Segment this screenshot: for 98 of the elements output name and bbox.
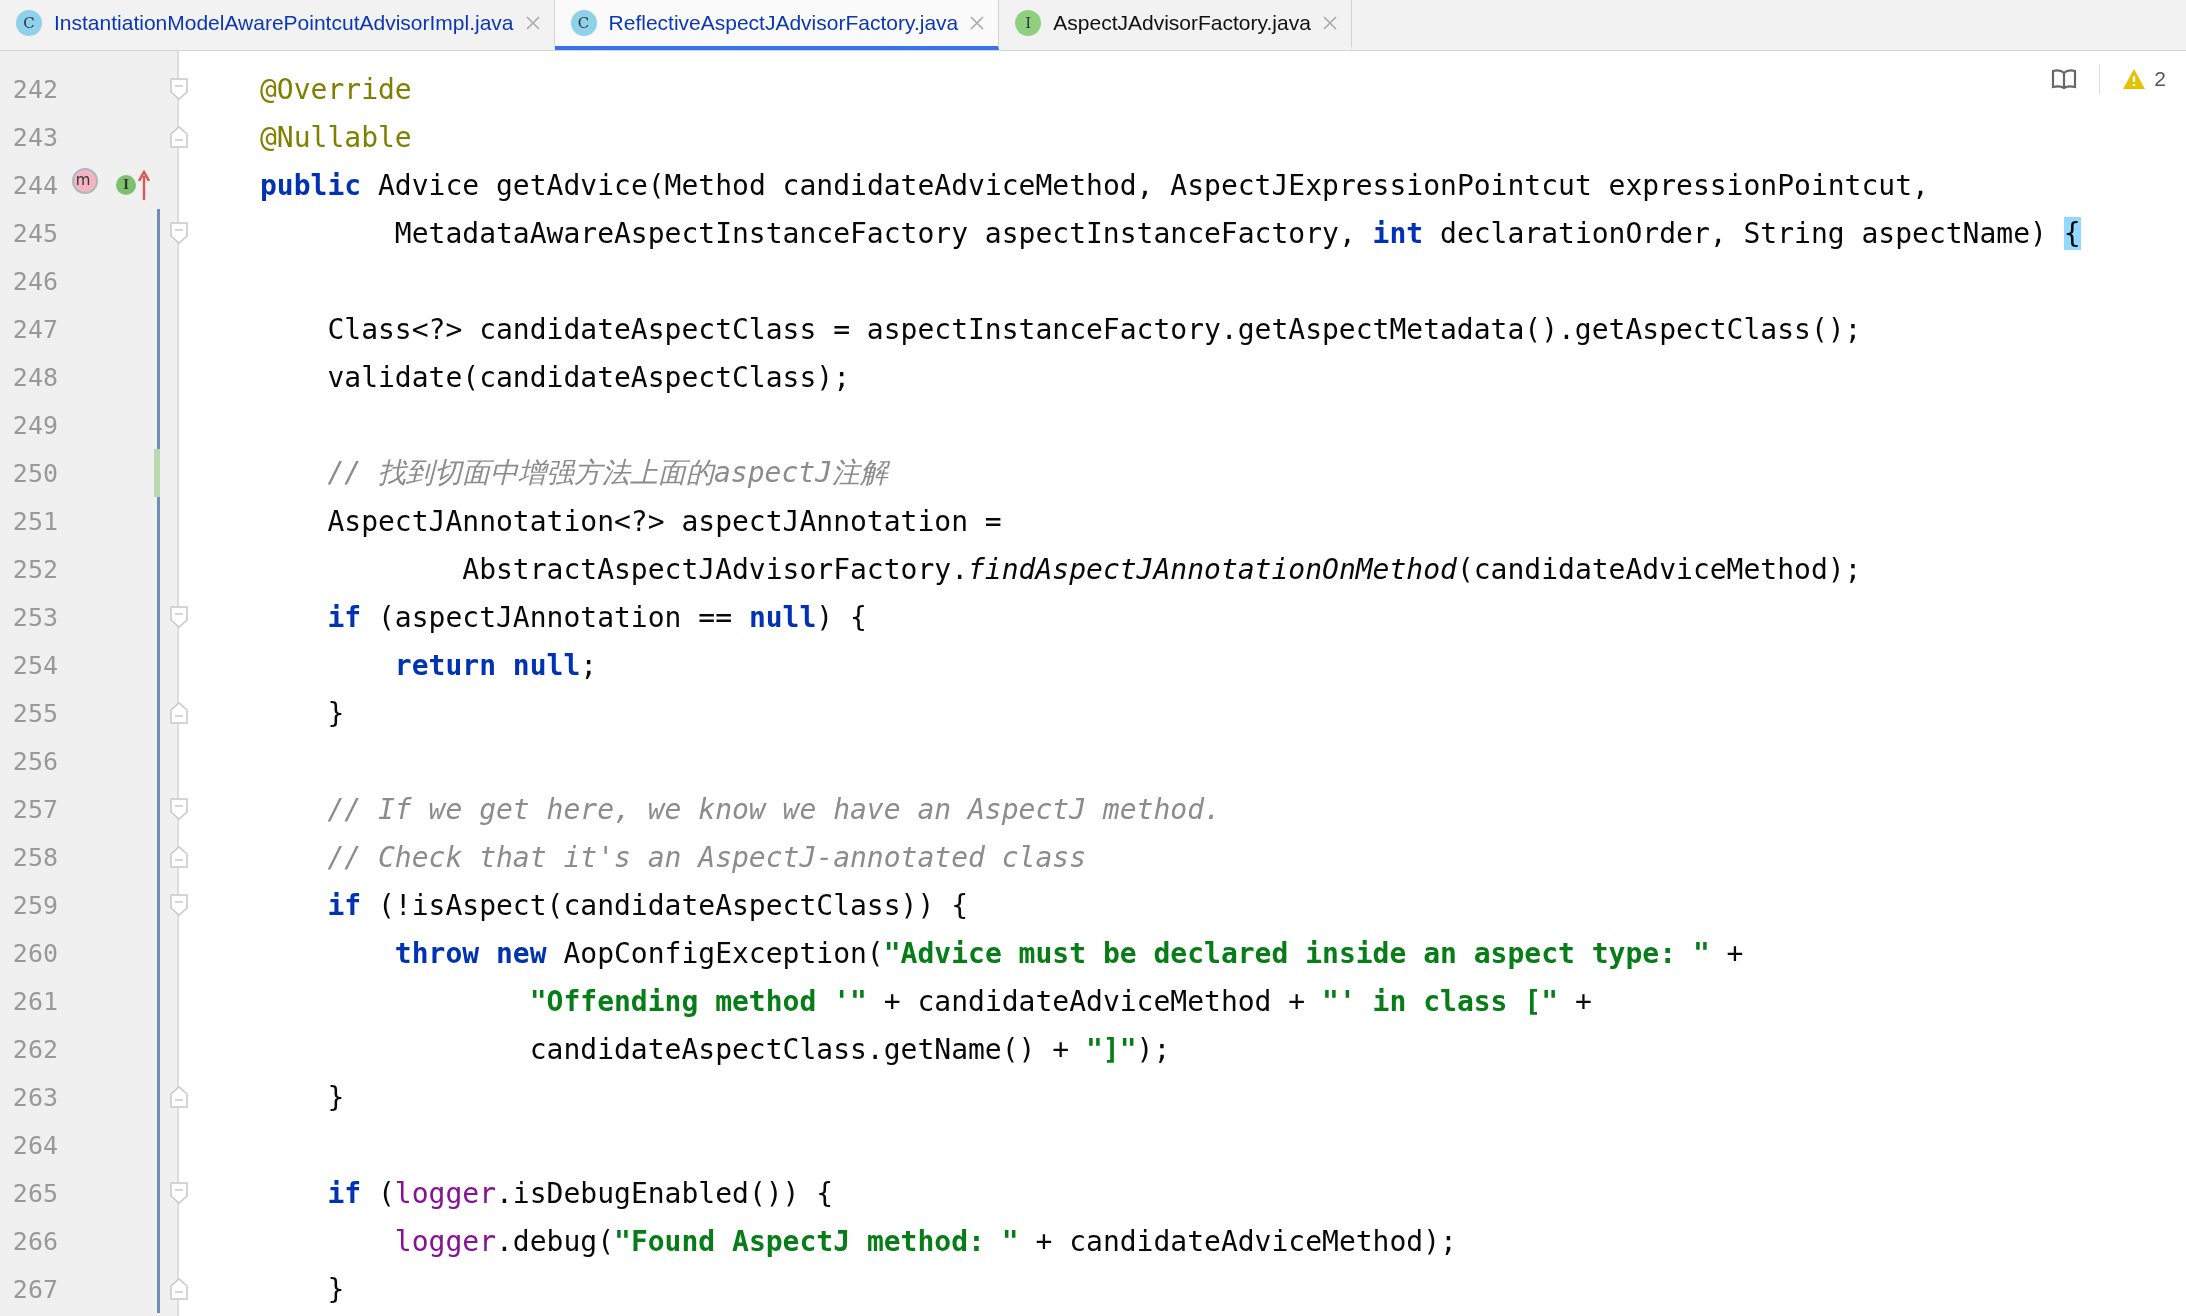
code-line: return null;	[394, 648, 598, 682]
fold-marker-icon[interactable]	[170, 606, 188, 628]
line-number: 263	[11, 1082, 58, 1112]
line-number: 242	[11, 74, 58, 104]
change-marker[interactable]	[157, 1121, 160, 1169]
code-line: if (logger.isDebugEnabled()) {	[327, 1176, 834, 1210]
change-marker[interactable]	[157, 593, 160, 641]
fold-marker-icon[interactable]	[170, 894, 188, 916]
code-line: if (!isAspect(candidateAspectClass)) {	[327, 888, 968, 922]
tab-label: ReflectiveAspectJAdvisorFactory.java	[608, 11, 959, 35]
editor-tab[interactable]: C InstantiationModelAwarePointcutAdvisorImpl.java	[0, 0, 555, 50]
change-marker[interactable]	[157, 305, 160, 353]
code-line: @Override	[260, 72, 412, 106]
change-marker[interactable]	[157, 401, 160, 449]
fold-marker-icon[interactable]	[170, 1182, 188, 1204]
change-marker[interactable]	[157, 785, 160, 833]
line-number: 252	[11, 554, 58, 584]
change-marker[interactable]	[157, 1169, 160, 1217]
fold-marker-icon[interactable]	[170, 222, 188, 244]
change-marker[interactable]	[157, 1025, 160, 1073]
tab-label: AspectJAdvisorFactory.java	[1053, 11, 1311, 35]
code-line: if (aspectJAnnotation == null) {	[327, 600, 867, 634]
change-marker[interactable]	[157, 977, 160, 1025]
close-icon[interactable]	[525, 16, 540, 30]
code-line: "Offending method '" + candidateAdviceMethod + "' in class [" +	[529, 984, 1592, 1018]
change-marker[interactable]	[157, 1265, 160, 1313]
line-number: 265	[11, 1178, 58, 1208]
warning-count: 2	[2154, 67, 2166, 91]
line-number: 248	[11, 362, 58, 392]
code-line: }	[327, 1080, 345, 1114]
fold-end-marker-icon[interactable]	[170, 702, 188, 724]
change-marker[interactable]	[157, 545, 160, 593]
line-number: 243	[11, 122, 58, 152]
line-number: 246	[11, 266, 58, 296]
change-marker[interactable]	[157, 689, 160, 737]
code-line: MetadataAwareAspectInstanceFactory aspectInstanceFactory, int declarationOrder, String aspectName) {	[394, 216, 2081, 250]
editor-tab[interactable]: I AspectJAdvisorFactory.java	[999, 0, 1352, 50]
code-line: AspectJAnnotation<?> aspectJAnnotation =	[327, 504, 1002, 538]
code-line: candidateAspectClass.getName() + "]");	[529, 1032, 1171, 1066]
code-line: }	[327, 696, 345, 730]
tab-label: InstantiationModelAwarePointcutAdvisorImpl.java	[54, 11, 514, 35]
change-marker[interactable]	[157, 929, 160, 977]
change-marker[interactable]	[157, 353, 160, 401]
line-number: 254	[11, 650, 58, 680]
line-number: 267	[11, 1274, 58, 1304]
change-marker[interactable]	[157, 737, 160, 785]
code-line: @Nullable	[260, 120, 412, 154]
close-icon[interactable]	[1322, 16, 1337, 30]
line-number: 249	[11, 410, 58, 440]
code-line: public Advice getAdvice(Method candidateAdviceMethod, AspectJExpressionPointcut expressionPointcut,	[260, 168, 1929, 202]
line-number: 258	[11, 842, 58, 872]
code-line: // Check that it's an AspectJ-annotated class	[327, 840, 1086, 874]
change-marker[interactable]	[157, 1073, 160, 1121]
fold-end-marker-icon[interactable]	[170, 846, 188, 868]
file-type-icon: I	[1015, 10, 1042, 36]
warning-icon[interactable]	[2122, 68, 2147, 90]
line-number: 245	[11, 218, 58, 248]
line-number: 247	[11, 314, 58, 344]
change-marker[interactable]	[157, 1217, 160, 1265]
line-number: 262	[11, 1034, 58, 1064]
code-line: throw new AopConfigException("Advice must be declared inside an aspect type: " +	[394, 936, 1744, 970]
line-number: 253	[11, 602, 58, 632]
line-number: 266	[11, 1226, 58, 1256]
code-line: }	[327, 1272, 345, 1306]
line-number: 250	[11, 458, 58, 488]
code-line: logger.debug("Found AspectJ method: " + candidateAdviceMethod);	[394, 1224, 1457, 1258]
line-number: 257	[11, 794, 58, 824]
change-marker[interactable]	[157, 257, 160, 305]
fold-marker-icon[interactable]	[170, 78, 188, 100]
fold-marker-icon[interactable]	[170, 798, 188, 820]
line-number: 251	[11, 506, 58, 536]
up-arrow-icon[interactable]	[138, 170, 150, 200]
line-number: 261	[11, 986, 58, 1016]
code-line: AbstractAspectJAdvisorFactory.findAspectJAnnotationOnMethod(candidateAdviceMethod);	[462, 552, 1862, 586]
code-line: Class<?> candidateAspectClass = aspectInstanceFactory.getAspectMetadata().getAspectClass();	[327, 312, 1862, 346]
close-icon[interactable]	[970, 16, 985, 30]
code-line: validate(candidateAspectClass);	[327, 360, 850, 394]
book-icon[interactable]	[2051, 69, 2078, 89]
fold-end-marker-icon[interactable]	[170, 126, 188, 148]
line-number: 260	[11, 938, 58, 968]
fold-end-marker-icon[interactable]	[170, 1086, 188, 1108]
file-type-icon: C	[16, 10, 42, 36]
line-number: 256	[11, 746, 58, 776]
change-marker[interactable]	[157, 209, 160, 257]
code-line: // If we get here, we know we have an AspectJ method.	[327, 792, 1221, 826]
implemented-method-icon[interactable]: I	[116, 175, 136, 195]
line-number: 244	[11, 170, 58, 200]
change-marker[interactable]	[157, 497, 160, 545]
change-marker[interactable]	[157, 833, 160, 881]
line-number: 264	[11, 1130, 58, 1160]
line-number: 255	[11, 698, 58, 728]
code-line: // 找到切面中增强方法上面的aspectJ注解	[327, 455, 888, 491]
line-number: 259	[11, 890, 58, 920]
change-marker[interactable]	[157, 641, 160, 689]
change-marker[interactable]	[157, 881, 160, 929]
fold-end-marker-icon[interactable]	[170, 1278, 188, 1300]
editor-tab[interactable]: C ReflectiveAspectJAdvisorFactory.java	[554, 0, 1000, 50]
file-type-icon: C	[570, 10, 597, 36]
